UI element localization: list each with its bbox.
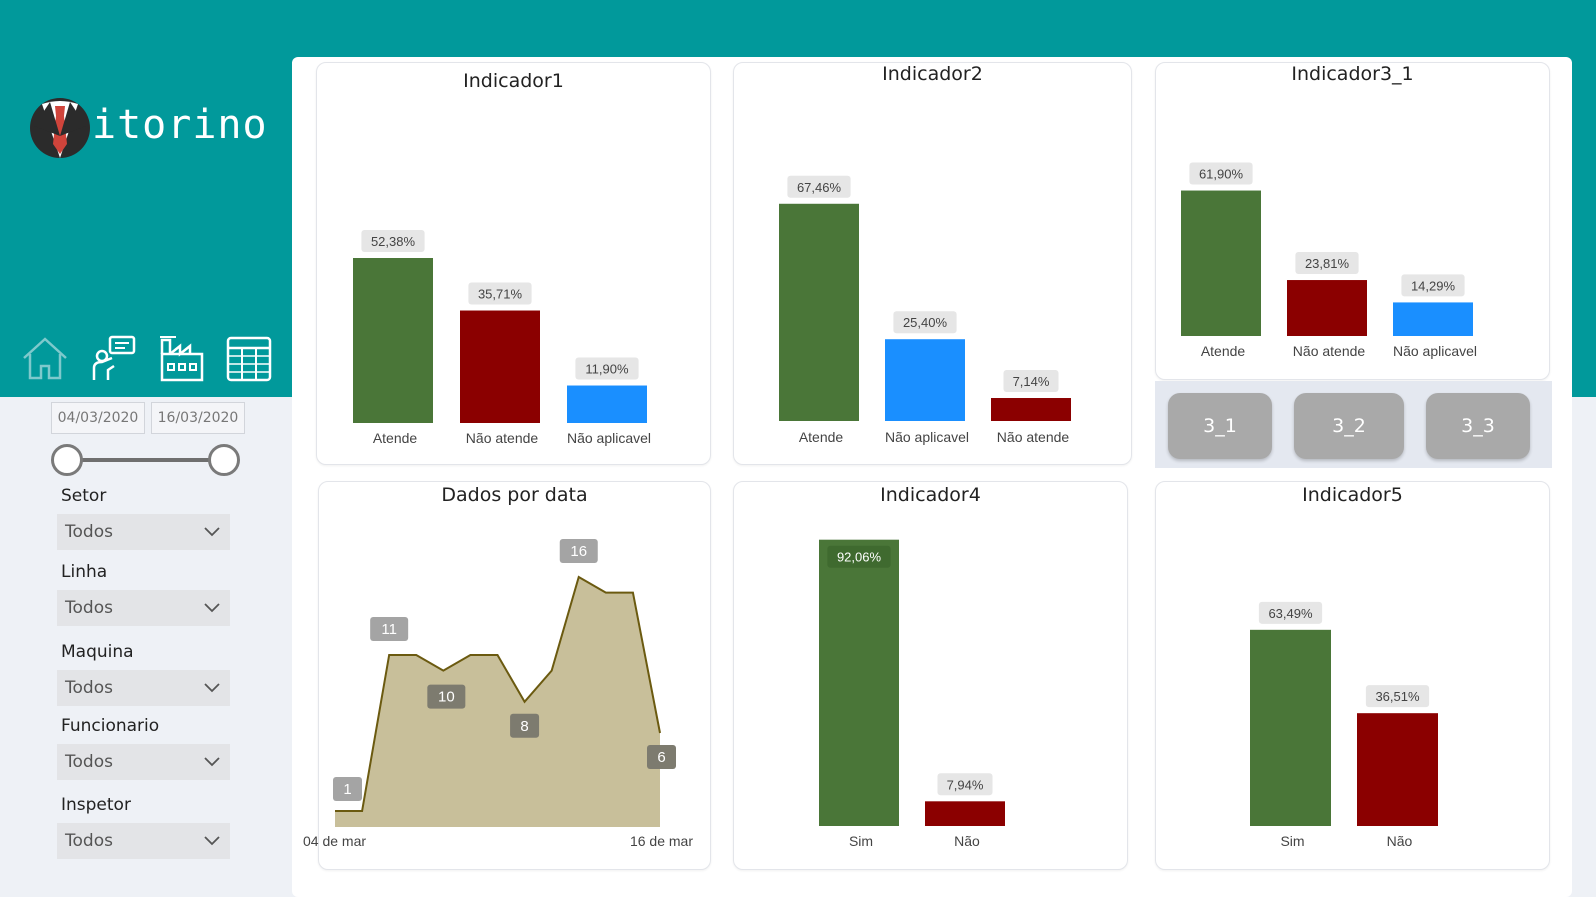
chart-plot: 63,49% Sim 36,51% Não [1250,601,1438,849]
dropdown-inspetor[interactable]: Todos [57,823,230,859]
dropdown-value: Todos [65,831,113,851]
data-label: 11 [381,621,397,638]
data-label: 92,06% [837,550,882,565]
chart-plot: 67,46% Atende 25,40% Não aplicavel 7,14% Não … [779,175,1071,445]
data-label: 25,40% [903,315,948,330]
chevron-down-icon [204,757,220,767]
data-label: 63,49% [1268,606,1313,621]
dropdown-maquina[interactable]: Todos [57,670,230,706]
bar [991,398,1071,421]
date-slider-track[interactable] [66,458,224,462]
chart-indicador2[interactable]: Indicador2 67,46% Atende 25,40% Não aplicav… [733,62,1132,465]
inspector-icon[interactable] [88,334,138,384]
data-label: 67,46% [797,180,842,195]
data-label: 61,90% [1199,167,1244,182]
dropdown-setor[interactable]: Todos [57,514,230,550]
category-label: Não aplicavel [567,430,651,446]
bar [925,801,1005,826]
bar [1357,713,1438,826]
chart-indicador3-1[interactable]: Indicador3_1 61,90% Atende 23,81% Não atend… [1155,62,1550,380]
date-end-input[interactable]: 16/03/2020 [151,402,245,434]
bar [460,310,540,423]
bar [819,539,899,826]
date-start-input[interactable]: 04/03/2020 [51,402,145,434]
x-axis-start-label: 04 de mar [303,833,366,849]
filter-label-inspetor: Inspetor [61,795,131,815]
date-slider-start-handle[interactable] [51,444,83,476]
bar [885,339,965,421]
dropdown-value: Todos [65,752,113,772]
category-label: Não aplicavel [1393,343,1477,359]
button-3-3[interactable]: 3_3 [1426,393,1530,459]
data-label: 11,90% [585,362,629,377]
chart-plot: 61,90% Atende 23,81% Não atende 14,29% Não ap… [1181,162,1477,359]
category-label: Não atende [997,429,1070,445]
category-label: Não [1387,833,1413,849]
bar [1181,190,1261,336]
filter-panel [0,397,292,897]
chevron-down-icon [204,683,220,693]
dropdown-value: Todos [65,598,113,618]
date-slider-end-handle[interactable] [208,444,240,476]
bar [1250,629,1331,826]
chart-plot: 52,38% Atende 35,71% Não atende 11,90% Não ap… [353,230,651,446]
dropdown-value: Todos [65,522,113,542]
home-icon[interactable] [20,334,70,384]
filter-label-funcionario: Funcionario [61,716,160,736]
data-label: 1 [343,781,351,798]
chevron-down-icon [204,603,220,613]
chart-plot: 92,06% Sim 7,94% Não [819,539,1005,849]
chart-dados-por-data[interactable]: Dados por data 1 11 10 8 16 6 04 de mar 16 de m… [303,481,711,870]
x-axis-end-label: 16 de mar [630,833,693,849]
dropdown-value: Todos [65,678,113,698]
data-label: 8 [520,718,528,735]
data-label: 36,51% [1375,689,1420,704]
bar [779,203,859,421]
filter-label-setor: Setor [61,486,107,506]
category-label: Não atende [466,430,539,446]
data-label: 35,71% [478,287,523,302]
data-label: 14,29% [1411,278,1456,293]
category-label: Atende [373,430,418,446]
data-label: 6 [657,749,665,766]
bar [1393,302,1473,336]
category-label: Não [954,833,980,849]
button-3-2[interactable]: 3_2 [1294,393,1404,459]
chart-indicador5[interactable]: Indicador5 63,49% Sim 36,51% Não [1155,481,1550,870]
filter-label-maquina: Maquina [61,642,134,662]
data-label: 10 [438,689,455,706]
brand-name: itorino [92,102,268,148]
filter-label-linha: Linha [61,562,108,582]
dropdown-funcionario[interactable]: Todos [57,744,230,780]
bar [1287,280,1367,336]
area-fill [335,577,660,827]
brand-logo: itorino [28,96,288,166]
category-label: Atende [1201,343,1246,359]
table-icon[interactable] [224,334,274,384]
chart-indicador4[interactable]: Indicador4 92,06% Sim 7,94% Não [733,481,1128,870]
category-label: Atende [799,429,844,445]
dropdown-linha[interactable]: Todos [57,590,230,626]
data-label: 52,38% [371,234,416,249]
category-label: Sim [849,833,873,849]
data-label: 7,94% [947,777,984,792]
bar [567,385,647,423]
data-label: 16 [570,543,587,560]
data-label: 7,14% [1013,374,1050,389]
button-3-1[interactable]: 3_1 [1168,393,1272,459]
bar [353,258,433,423]
chart-indicador1[interactable]: Indicador1 52,38% Atende 35,71% Não atende 1… [316,62,711,465]
factory-icon[interactable] [156,334,206,384]
category-label: Não atende [1293,343,1366,359]
chevron-down-icon [204,527,220,537]
data-label: 23,81% [1305,256,1350,271]
chevron-down-icon [204,836,220,846]
chart-plot: 11110816604 de mar 16 de mar [303,539,693,849]
category-label: Sim [1280,833,1304,849]
logo-mark-icon [30,98,90,158]
category-label: Não aplicavel [885,429,969,445]
